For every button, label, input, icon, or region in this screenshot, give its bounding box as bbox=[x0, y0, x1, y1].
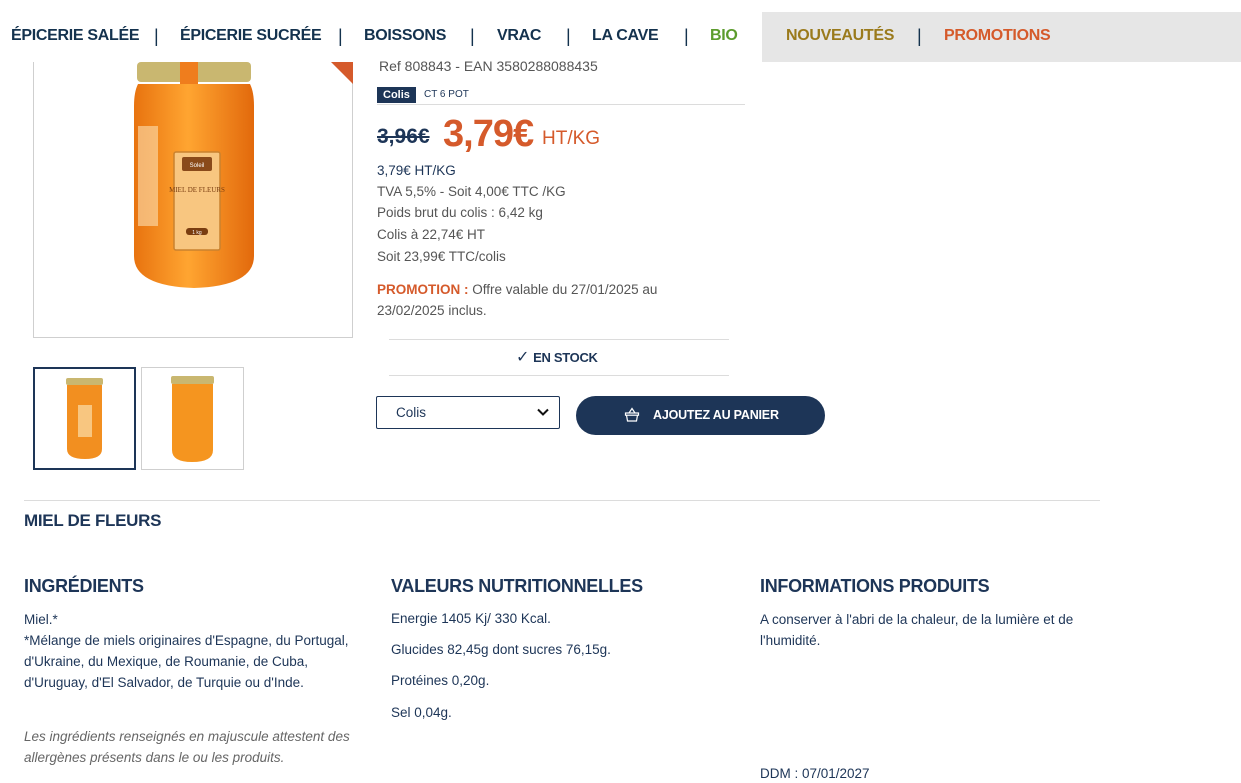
thumbnail-1[interactable] bbox=[33, 367, 136, 470]
add-to-cart-label: AJOUTEZ AU PANIER bbox=[653, 408, 779, 422]
colis-badge: Colis bbox=[377, 87, 416, 103]
colis-ttc-line: Soit 23,99€ TTC/colis bbox=[377, 249, 506, 264]
nav-la-cave[interactable]: LA CAVE bbox=[592, 26, 659, 46]
nutrition-sel: Sel 0,04g. bbox=[391, 705, 452, 720]
honey-jar-back-thumbnail bbox=[171, 376, 214, 462]
promo-price: 3,79€ bbox=[443, 113, 534, 155]
nav-separator: | bbox=[566, 26, 571, 46]
product-info-heading: INFORMATIONS PRODUITS bbox=[760, 576, 990, 596]
jar-weight-text: 1 kg bbox=[192, 230, 202, 236]
product-reference: Ref 808843 - EAN 3580288088435 bbox=[379, 58, 598, 74]
ingredients-heading: INGRÉDIENTS bbox=[24, 576, 144, 596]
jar-brand-text: Soleil bbox=[190, 163, 205, 169]
storage-text: A conserver à l'abri de la chaleur, de l… bbox=[760, 612, 1074, 648]
nav-epicerie-sucree[interactable]: ÉPICERIE SUCRÉE bbox=[180, 26, 322, 46]
top-navigation: ÉPICERIE SALÉE | ÉPICERIE SUCRÉE | BOISS… bbox=[0, 12, 1241, 62]
divider bbox=[389, 375, 729, 376]
nav-vrac[interactable]: VRAC bbox=[497, 26, 541, 46]
nav-separator: | bbox=[154, 26, 159, 46]
nav-epicerie-salee[interactable]: ÉPICERIE SALÉE bbox=[11, 26, 140, 46]
ingredients-line1: Miel.* bbox=[24, 612, 58, 627]
basket-icon bbox=[624, 407, 640, 422]
nav-bio[interactable]: BIO bbox=[710, 26, 738, 46]
promo-corner-ribbon bbox=[331, 62, 353, 84]
divider bbox=[389, 339, 729, 340]
nav-nouveautes[interactable]: NOUVEAUTÉS bbox=[786, 26, 894, 46]
price-unit: HT/KG bbox=[542, 128, 601, 149]
packaging-select-value: Colis bbox=[396, 405, 427, 420]
colis-type: CT 6 POT bbox=[424, 89, 469, 100]
ingredients-text: *Mélange de miels originaires d'Espagne,… bbox=[24, 633, 349, 690]
ddm-date: DDM : 07/01/2027 bbox=[760, 766, 870, 781]
nav-separator: | bbox=[470, 26, 475, 46]
stock-status: ✓ EN STOCK bbox=[516, 347, 598, 367]
nav-separator: | bbox=[338, 26, 343, 46]
divider bbox=[377, 104, 745, 105]
section-divider bbox=[24, 500, 1100, 501]
nutrition-energy: Energie 1405 Kj/ 330 Kcal. bbox=[391, 611, 551, 626]
allergen-note: Les ingrédients renseignés en majuscule … bbox=[24, 729, 350, 765]
honey-jar-thumbnail bbox=[66, 378, 103, 459]
nutrition-glucides: Glucides 82,45g dont sucres 76,15g. bbox=[391, 642, 611, 657]
nav-separator: | bbox=[917, 26, 922, 46]
add-to-cart-button[interactable]: AJOUTEZ AU PANIER bbox=[576, 396, 825, 435]
nav-boissons[interactable]: BOISSONS bbox=[364, 26, 446, 46]
chevron-down-icon bbox=[537, 408, 549, 416]
jar-name-text: MIEL DE FLEURS bbox=[169, 186, 225, 194]
product-main-image[interactable]: Soleil MIEL DE FLEURS 1 kg bbox=[33, 62, 353, 338]
colis-price-line: Colis à 22,74€ HT bbox=[377, 227, 486, 242]
weight-line: Poids brut du colis : 6,42 kg bbox=[377, 205, 543, 220]
nutrition-heading: VALEURS NUTRITIONNELLES bbox=[391, 576, 643, 596]
honey-jar-image: Soleil MIEL DE FLEURS 1 kg bbox=[134, 62, 254, 288]
check-icon: ✓ bbox=[516, 349, 530, 366]
old-price: 3,96€ bbox=[377, 125, 430, 148]
tva-line: TVA 5,5% - Soit 4,00€ TTC /KG bbox=[377, 184, 566, 199]
promotion-label: PROMOTION : bbox=[377, 282, 469, 297]
product-title: MIEL DE FLEURS bbox=[24, 511, 162, 530]
stock-label: EN STOCK bbox=[533, 350, 598, 365]
thumbnail-2[interactable] bbox=[141, 367, 244, 470]
packaging-select[interactable]: Colis bbox=[376, 396, 560, 429]
nutrition-proteines: Protéines 0,20g. bbox=[391, 673, 490, 688]
nav-promotions[interactable]: PROMOTIONS bbox=[944, 26, 1051, 46]
promotion-notice: PROMOTION : Offre valable du 27/01/2025 … bbox=[377, 279, 717, 321]
nav-separator: | bbox=[684, 26, 689, 46]
price-per-kg: 3,79€ HT/KG bbox=[377, 163, 456, 178]
